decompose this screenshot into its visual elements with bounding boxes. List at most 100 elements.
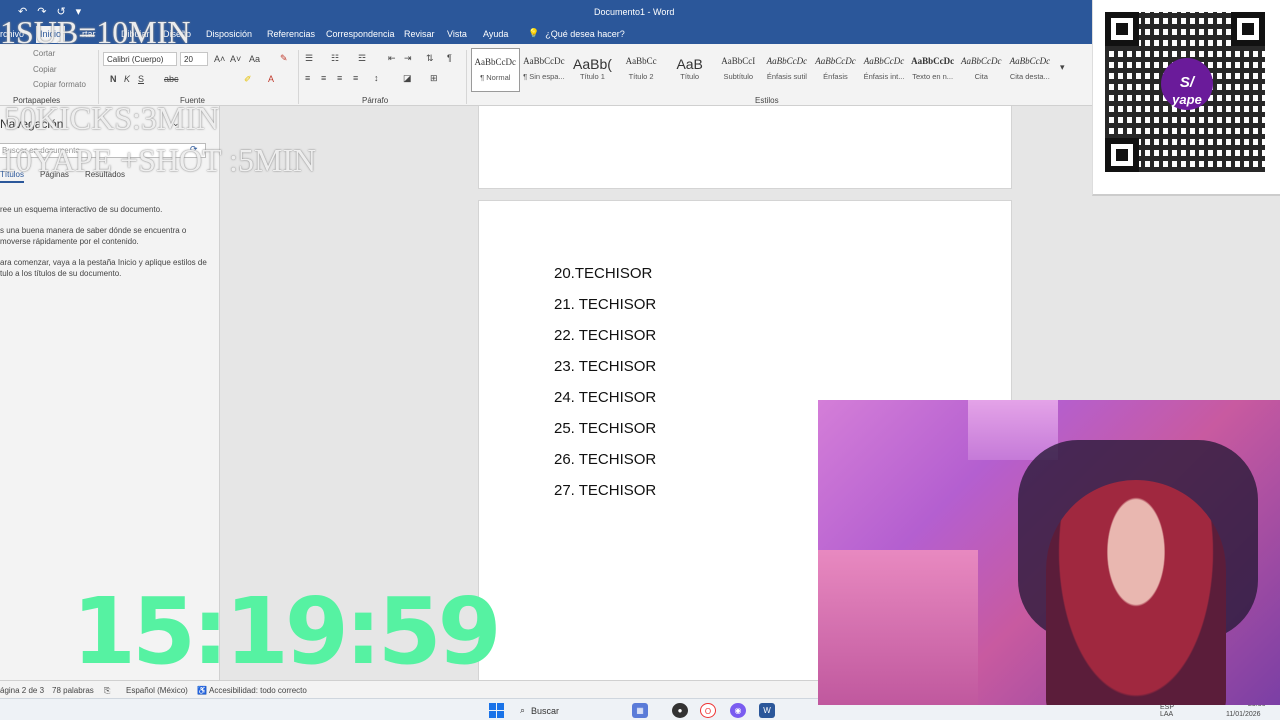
font-name-select[interactable]: Calibri (Cuerpo) (103, 52, 177, 66)
style-item[interactable]: AaBbCcDc Énfasis (811, 48, 860, 92)
grow-font-icon[interactable]: A˄ (214, 54, 225, 64)
bold-icon[interactable]: N (110, 74, 117, 84)
lightbulb-icon: 💡 (528, 28, 540, 38)
style-item[interactable]: AaBbCcDc ¶ Sin espa... (520, 48, 569, 92)
style-name: Cita (974, 72, 988, 81)
overlay-yape-rule: 10YAPE +SHOT :5MIN (0, 142, 317, 178)
style-item[interactable]: AaBb(Título 1 (568, 48, 617, 92)
align-center-icon[interactable]: ≡ (321, 73, 326, 83)
style-item[interactable]: AaBbCcI Subtítulo (714, 48, 763, 92)
style-name: Título (680, 72, 700, 81)
qr-finder (1105, 12, 1139, 46)
styles-more-icon[interactable]: ▾ (1060, 62, 1065, 73)
taskbar-search-label: Buscar (531, 705, 560, 716)
style-item[interactable]: AaBbCcDc Cita desta... (1006, 48, 1055, 92)
style-sample: AaBbCcDc (960, 56, 1002, 66)
word-count[interactable]: 78 palabras (52, 686, 94, 695)
app-icon-discord[interactable]: ◉ (730, 703, 746, 718)
windows-start-icon[interactable] (489, 703, 505, 718)
justify-icon[interactable]: ≡ (353, 73, 358, 83)
style-sample: AaBbCcDc (474, 57, 517, 67)
highlight-icon[interactable]: ✐ (244, 74, 252, 85)
style-sample: AaBbCc (625, 56, 657, 66)
taskbar-search[interactable]: ⌕ Buscar (520, 705, 559, 716)
italic-icon[interactable]: K (124, 74, 130, 84)
numbering-icon[interactable]: ☷ (331, 53, 339, 64)
tray-date[interactable]: 11/01/2026 (1226, 711, 1261, 718)
qr-finder (1105, 138, 1139, 172)
increase-indent-icon[interactable]: ⇥ (404, 53, 412, 64)
style-sample: AaBbCcDc (523, 56, 565, 66)
document-line[interactable]: 22. TECHISOR (554, 327, 656, 344)
style-item[interactable]: AaBbCcDc ¶ Normal (471, 48, 520, 92)
app-icon-obs[interactable]: ● (672, 703, 688, 718)
search-icon: ⌕ (520, 705, 526, 715)
tab-vista[interactable]: Vista (447, 29, 467, 39)
style-item[interactable]: AaBbCcDc Cita (957, 48, 1006, 92)
style-name: ¶ Sin espa... (523, 72, 565, 81)
nav-help-text-2: s una buena manera de saber dónde se enc… (0, 226, 187, 246)
line-spacing-icon[interactable]: ↕ (374, 73, 379, 83)
strikethrough-icon[interactable]: abc (164, 74, 179, 84)
style-item[interactable]: AaB Título (665, 48, 714, 92)
document-line[interactable]: 23. TECHISOR (554, 358, 656, 375)
tab-correspondencia[interactable]: Correspondencia (326, 29, 395, 39)
align-left-icon[interactable]: ≡ (305, 73, 310, 83)
font-size-select[interactable]: 20 (180, 52, 208, 66)
document-line[interactable]: 25. TECHISOR (554, 420, 656, 437)
document-line[interactable]: 26. TECHISOR (554, 451, 656, 468)
qr-finder (1231, 12, 1265, 46)
proofing-icon[interactable]: ⎘ (104, 686, 110, 696)
sort-icon[interactable]: ⇅ (426, 53, 434, 64)
language-status[interactable]: Español (México) (126, 686, 188, 695)
tab-disposicion[interactable]: Disposición (206, 29, 252, 39)
group-separator (466, 50, 467, 104)
multilevel-list-icon[interactable]: ☲ (358, 53, 366, 64)
clear-format-icon[interactable]: ✎ (280, 53, 288, 64)
style-item[interactable]: AaBbCcDc Énfasis int... (860, 48, 909, 92)
copy-button[interactable]: Copiar (33, 65, 57, 74)
style-name: Título 1 (579, 72, 605, 81)
app-icon-word[interactable]: W (759, 703, 775, 718)
app-icon-game[interactable]: ▦ (632, 703, 648, 718)
accessibility-status[interactable]: Accesibilidad: todo correcto (209, 686, 307, 695)
style-sample: AaBbCcDc (766, 56, 808, 66)
style-name: Cita desta... (1009, 72, 1050, 81)
app-icon-opera[interactable]: O (700, 703, 716, 718)
document-line[interactable]: 21. TECHISOR (554, 296, 656, 313)
style-sample: AaBbCcDc (863, 56, 905, 66)
document-line[interactable]: 27. TECHISOR (554, 482, 656, 499)
shading-icon[interactable]: ◪ (403, 73, 412, 84)
font-color-icon[interactable]: A (268, 74, 274, 84)
style-sample: AaBbCcDc (815, 56, 856, 66)
style-item[interactable]: AaBbCc Título 2 (617, 48, 666, 92)
nav-help-text-1: ree un esquema interactivo de su documen… (0, 205, 163, 214)
decrease-indent-icon[interactable]: ⇤ (388, 53, 396, 64)
subathon-timer: 15:19:59 (72, 578, 502, 685)
tab-revisar[interactable]: Revisar (404, 29, 435, 39)
pilcrow-icon[interactable]: ¶ (447, 53, 452, 63)
style-item[interactable]: AaBbCcDc Texto en n... (908, 48, 957, 92)
webcam-bed (818, 550, 978, 705)
page-count[interactable]: ágina 2 de 3 (0, 686, 44, 695)
underline-icon[interactable]: S (138, 74, 144, 84)
document-line[interactable]: 20.TECHISOR (554, 265, 652, 282)
format-painter-button[interactable]: Copiar formato (33, 80, 86, 89)
style-sample: AaBbCcDc (1009, 56, 1051, 66)
style-item[interactable]: AaBbCcDc Énfasis sutil (763, 48, 812, 92)
page-1[interactable] (478, 106, 1012, 189)
accessibility-icon: ♿ (197, 686, 207, 695)
style-sample: AaB (676, 56, 703, 72)
change-case-icon[interactable]: Aa (249, 54, 260, 64)
bullets-icon[interactable]: ☰ (305, 53, 313, 64)
style-sample: AaBbCcI (721, 56, 756, 66)
style-name: Título 2 (628, 72, 654, 81)
borders-icon[interactable]: ⊞ (430, 73, 438, 84)
tab-referencias[interactable]: Referencias (267, 29, 315, 39)
tab-ayuda[interactable]: Ayuda (483, 29, 508, 39)
document-line[interactable]: 24. TECHISOR (554, 389, 656, 406)
tray-language[interactable]: ESP LAA (1160, 704, 1174, 718)
tell-me-box[interactable]: 💡 ¿Qué desea hacer? (528, 28, 625, 39)
shrink-font-icon[interactable]: A˅ (230, 54, 241, 64)
align-right-icon[interactable]: ≡ (337, 73, 342, 83)
